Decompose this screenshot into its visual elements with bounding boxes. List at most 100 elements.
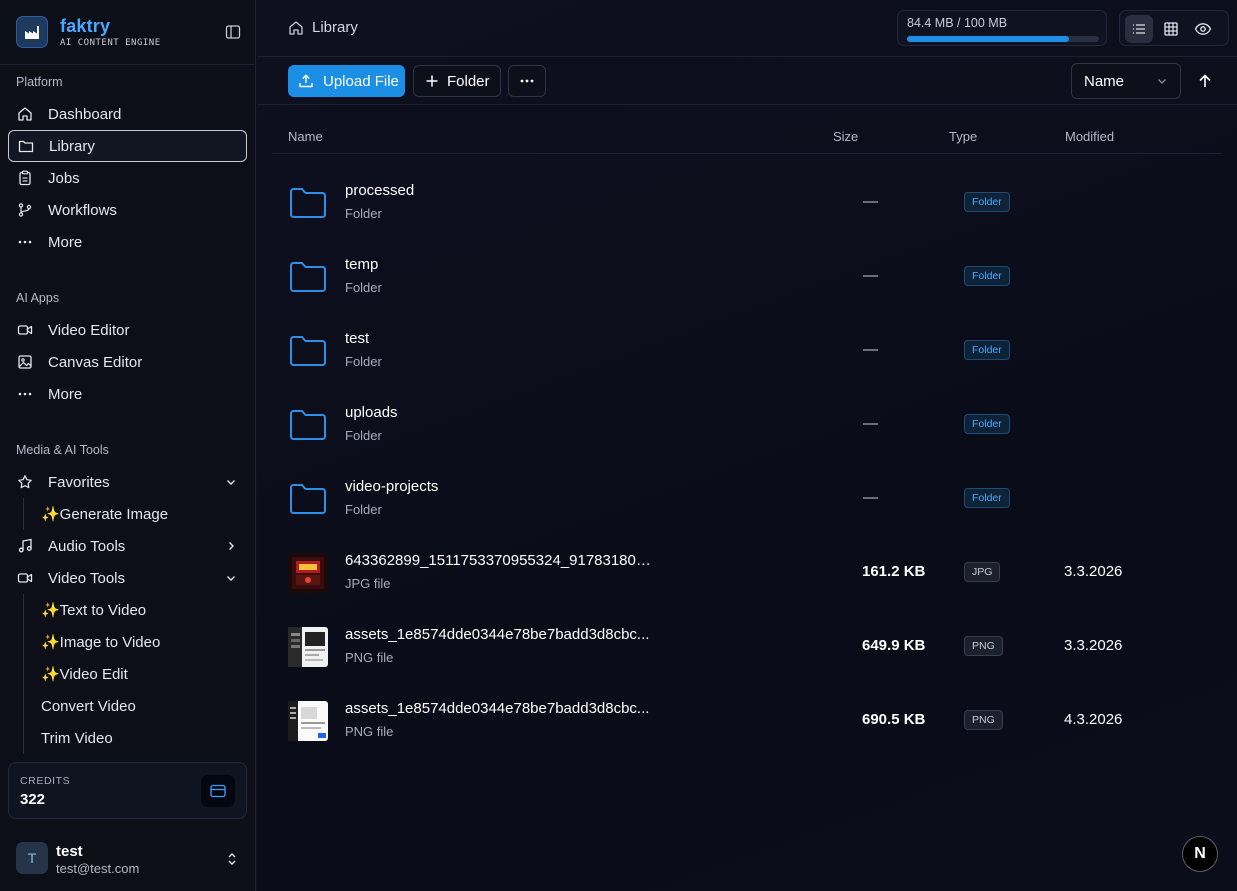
type-badge: Folder [964, 192, 1010, 212]
top-bar: Library 84.4 MB / 100 MB [257, 0, 1237, 57]
section-label-ai-apps: AI Apps [16, 291, 60, 305]
sidebar-item-video-editor[interactable]: Video Editor [8, 314, 247, 346]
user-menu[interactable]: T test test@test.com [8, 834, 247, 884]
video-icon [16, 321, 34, 339]
modified-date: 4.3.2026 [1064, 711, 1123, 728]
chevron-down-icon[interactable] [223, 570, 239, 586]
upload-icon [298, 73, 314, 89]
file-size: — [863, 489, 878, 506]
modified-date: 3.3.2026 [1064, 563, 1123, 580]
table-row[interactable]: processed Folder — Folder [272, 165, 1222, 239]
sidebar-item-favorites[interactable]: Favorites [8, 466, 247, 498]
brand-name: faktry [60, 16, 111, 36]
column-header-modified[interactable]: Modified [1065, 129, 1114, 144]
upload-file-button[interactable]: Upload File [288, 65, 405, 97]
factory-logo-icon[interactable] [16, 16, 48, 48]
sort-select[interactable]: Name [1071, 63, 1181, 99]
sidebar-item-more-platform[interactable]: More [8, 226, 247, 258]
type-badge: Folder [964, 414, 1010, 434]
git-branch-icon [16, 201, 34, 219]
file-name: test [345, 330, 370, 347]
sidebar-item-workflows[interactable]: Workflows [8, 194, 247, 226]
sidebar-item-label: Canvas Editor [48, 353, 143, 371]
sidebar-item-label: Favorites [48, 473, 110, 491]
folder-icon [288, 257, 328, 297]
sidebar-item-audio-tools[interactable]: Audio Tools [8, 530, 247, 562]
ellipsis-icon [16, 385, 34, 403]
file-size: 690.5 KB [862, 711, 926, 728]
folder-icon [288, 405, 328, 445]
sidebar-item-more-ai-apps[interactable]: More [8, 378, 247, 410]
new-folder-label: Folder [447, 72, 490, 90]
file-name: uploads [345, 404, 398, 421]
brand-tagline: AI CONTENT ENGINE [60, 38, 161, 48]
next-devtools-badge[interactable]: N [1182, 836, 1218, 872]
chevron-down-icon[interactable] [223, 474, 239, 490]
arrow-up-icon[interactable] [1195, 71, 1215, 91]
eye-icon[interactable] [1189, 15, 1217, 43]
new-folder-button[interactable]: Folder [413, 65, 501, 97]
table-row[interactable]: test Folder — Folder [272, 313, 1222, 387]
credit-card-icon[interactable] [201, 775, 235, 807]
sidebar-item-canvas-editor[interactable]: Canvas Editor [8, 346, 247, 378]
file-size: — [863, 415, 878, 432]
type-badge: PNG [964, 710, 1003, 730]
table-row[interactable]: video-projects Folder — Folder [272, 461, 1222, 535]
clipboard-icon [16, 169, 34, 187]
sidebar-subitem-image-to-video[interactable]: ✨Image to Video [33, 626, 243, 658]
file-kind: Folder [345, 354, 382, 369]
section-label-platform: Platform [16, 75, 63, 89]
sidebar-subitem-convert-video[interactable]: Convert Video [33, 690, 243, 722]
credits-card: CREDITS 322 [8, 762, 247, 819]
chevron-down-icon [1156, 75, 1168, 87]
file-kind: Folder [345, 428, 382, 443]
file-size: — [863, 341, 878, 358]
view-mode-toggle [1119, 10, 1229, 46]
sidebar-item-library[interactable]: Library [8, 130, 247, 162]
type-badge: Folder [964, 266, 1010, 286]
table-row[interactable]: 643362899_1511753370955324_917831803... … [272, 535, 1222, 609]
type-badge: PNG [964, 636, 1003, 656]
video-icon [16, 569, 34, 587]
file-name: video-projects [345, 478, 439, 495]
file-size: — [863, 267, 878, 284]
credits-label: CREDITS [20, 775, 71, 787]
sidebar-subitem-text-to-video[interactable]: ✨Text to Video [33, 594, 243, 626]
column-header-name[interactable]: Name [288, 129, 323, 144]
breadcrumb: Library [288, 19, 358, 36]
grid-view-icon[interactable] [1157, 15, 1185, 43]
sidebar-subitem-trim-video[interactable]: Trim Video [33, 722, 243, 754]
chevron-right-icon[interactable] [223, 538, 239, 554]
sidebar-subitem-video-edit[interactable]: ✨Video Edit [33, 658, 243, 690]
more-actions-button[interactable] [508, 65, 546, 97]
list-view-icon[interactable] [1125, 15, 1153, 43]
home-icon [16, 105, 34, 123]
sidebar-item-label: Video Tools [48, 569, 126, 587]
file-name: assets_1e8574dde0344e78be7badd3d8cbc... [345, 700, 650, 717]
sidebar-item-video-tools[interactable]: Video Tools [8, 562, 247, 594]
tree-guide-line [23, 594, 24, 754]
sidebar-item-jobs[interactable]: Jobs [8, 162, 247, 194]
column-header-size[interactable]: Size [833, 129, 858, 144]
file-size: — [863, 193, 878, 210]
table-row[interactable]: assets_1e8574dde0344e78be7badd3d8cbc... … [272, 683, 1222, 757]
sidebar-item-label: Library [49, 137, 95, 155]
type-badge: JPG [964, 562, 1001, 582]
column-header-type[interactable]: Type [949, 129, 977, 144]
sidebar-item-label: Workflows [48, 201, 117, 219]
file-name: temp [345, 256, 379, 273]
sidebar-item-dashboard[interactable]: Dashboard [8, 98, 247, 130]
sidebar-toggle-icon[interactable] [224, 23, 242, 41]
sidebar-subitem-generate-image[interactable]: ✨Generate Image [33, 498, 243, 530]
file-kind: Folder [345, 502, 382, 517]
avatar: T [16, 842, 48, 874]
file-name: assets_1e8574dde0344e78be7badd3d8cbc... [345, 626, 650, 643]
table-row[interactable]: assets_1e8574dde0344e78be7badd3d8cbc... … [272, 609, 1222, 683]
table-row[interactable]: uploads Folder — Folder [272, 387, 1222, 461]
table-row[interactable]: temp Folder — Folder [272, 239, 1222, 313]
home-icon[interactable] [288, 20, 304, 36]
music-icon [16, 537, 34, 555]
table-header: Name Size Type Modified [272, 120, 1222, 154]
star-icon [16, 473, 34, 491]
storage-usage: 84.4 MB / 100 MB [897, 10, 1107, 46]
